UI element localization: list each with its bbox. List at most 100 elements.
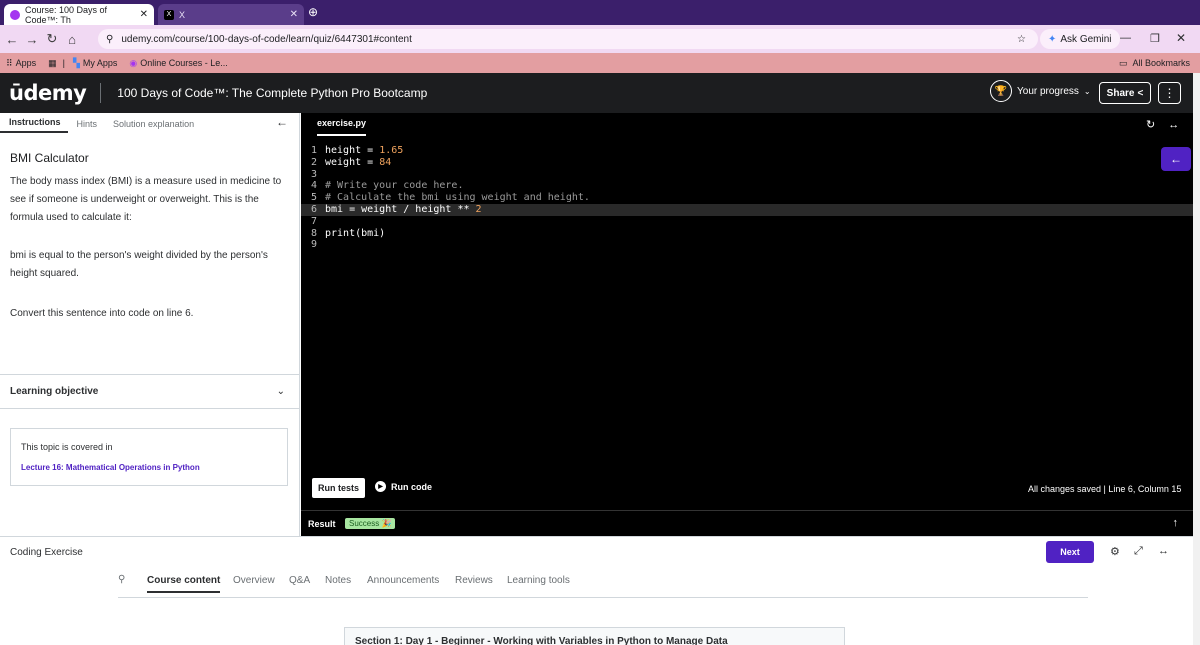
code-area[interactable]: 1 height = 1.65 2 weight = 84 3 4 # Write your… — [301, 145, 1200, 251]
bookmark-apps[interactable]: Apps — [16, 58, 37, 68]
udemy-favicon-icon — [10, 9, 20, 20]
x-favicon-icon: X — [164, 9, 174, 20]
apps-grid-icon: ⠿ — [6, 57, 13, 68]
search-icon[interactable]: ⚲ — [118, 574, 125, 585]
progress-label: Your progress — [1017, 85, 1079, 97]
tab-qa[interactable]: Q&A — [289, 575, 310, 586]
share-button[interactable]: Share < — [1099, 82, 1151, 104]
new-tab-icon[interactable]: ⊕ — [308, 5, 318, 19]
more-options-button[interactable]: ⋮ — [1158, 82, 1181, 104]
code-text: weight = 84 — [325, 156, 392, 168]
close-icon[interactable]: ✕ — [290, 9, 298, 20]
code-line[interactable]: 4 # Write your code here. — [301, 180, 1200, 192]
browser-tab-udemy[interactable]: Course: 100 Days of Code™: Th ✕ — [4, 4, 154, 25]
tab-label: Course: 100 Days of Code™: Th — [25, 4, 108, 25]
page-scrollbar[interactable] — [1193, 73, 1200, 645]
ask-gemini-label: Ask Gemini — [1060, 33, 1112, 45]
tab-notes[interactable]: Notes — [325, 575, 351, 586]
topic-label: This topic is covered in — [21, 442, 113, 452]
code-editor-panel: exercise.py ↻ ↔ ← 1 height = 1.65 2 weight … — [301, 113, 1200, 536]
all-bookmarks[interactable]: All Bookmarks — [1132, 58, 1190, 68]
tab-instructions[interactable]: Instructions — [0, 117, 68, 133]
tab-course-content[interactable]: Course content — [147, 575, 221, 593]
run-code-label: Run code — [391, 481, 433, 492]
tab-announcements[interactable]: Announcements — [367, 575, 439, 586]
forward-icon[interactable]: → — [22, 32, 42, 47]
play-icon: ▶ — [375, 481, 386, 492]
bookmarks-bar: ⠿ Apps ▦ | ▚ My Apps ◉ Online Courses - … — [0, 53, 1200, 73]
bookmark-my-apps[interactable]: My Apps — [83, 58, 118, 68]
tab-hints[interactable]: Hints — [68, 119, 105, 133]
udemy-logo[interactable]: ūdemy — [9, 81, 87, 105]
url-text: udemy.com/course/100-days-of-code/learn/… — [121, 33, 412, 45]
course-title[interactable]: 100 Days of Code™: The Complete Python P… — [117, 86, 427, 100]
site-info-icon[interactable]: ⚲ — [106, 34, 113, 45]
line-number: 5 — [310, 192, 317, 204]
editor-actions: ↻ ↔ — [1146, 118, 1179, 131]
bookmark-online-courses[interactable]: Online Courses - Le... — [140, 58, 228, 68]
instructions-tabs: Instructions Hints Solution explanation — [0, 113, 299, 133]
expand-icon[interactable]: ↔ — [1168, 119, 1179, 131]
learning-objective-accordion[interactable]: Learning objective ⌄ — [0, 374, 299, 409]
file-tab[interactable]: exercise.py — [317, 118, 367, 136]
kebab-icon: ⋮ — [1163, 86, 1176, 100]
next-button[interactable]: Next — [1046, 541, 1094, 563]
code-line[interactable]: 6 bmi = weight / height ** 2 — [301, 203, 1200, 216]
bottom-bar: Coding Exercise Next ⚙ ⤢ ↔ — [0, 536, 1200, 566]
expand-results-icon[interactable]: ↑ — [1173, 517, 1179, 529]
instruction-paragraph: The body mass index (BMI) is a measure u… — [10, 176, 282, 223]
line-number: 4 — [310, 180, 317, 192]
run-tests-button[interactable]: Run tests — [312, 478, 366, 498]
home-icon[interactable]: ⌂ — [62, 32, 82, 47]
code-line[interactable]: 2 weight = 84 — [301, 157, 1200, 169]
section-accordion[interactable]: Section 1: Day 1 - Beginner - Working wi… — [344, 627, 845, 645]
share-label: Share — [1106, 87, 1135, 99]
restore-icon[interactable]: ❐ — [1150, 32, 1160, 45]
line-number: 8 — [310, 227, 317, 239]
bookmark-star-icon[interactable]: ☆ — [1017, 34, 1026, 45]
code-line[interactable]: 1 height = 1.65 — [301, 145, 1200, 157]
chevron-down-icon: ⌄ — [1083, 86, 1091, 96]
tab-learning-tools[interactable]: Learning tools — [507, 575, 570, 586]
collapse-panel-icon[interactable]: ← — [276, 115, 288, 129]
exercise-title: BMI Calculator — [10, 151, 89, 165]
tab-solution-explanation[interactable]: Solution explanation — [104, 119, 201, 133]
save-status: All changes saved | Line 6, Column 15 — [1028, 484, 1182, 494]
header-divider — [100, 83, 102, 103]
fullscreen-icon[interactable]: ⤢ — [1134, 545, 1143, 558]
close-icon[interactable]: ✕ — [140, 9, 148, 20]
address-bar[interactable]: ⚲ udemy.com/course/100-days-of-code/lear… — [98, 29, 1038, 49]
grid-icon: ▦ — [48, 57, 57, 68]
tab-reviews[interactable]: Reviews — [455, 575, 493, 586]
section-title: Section 1: Day 1 - Beginner - Working wi… — [355, 636, 728, 645]
lecture-link[interactable]: Lecture 16: Mathematical Operations in P… — [21, 463, 277, 472]
code-line[interactable]: 9 — [301, 239, 1200, 251]
code-line[interactable]: 5 # Calculate the bmi using weight and he… — [301, 192, 1200, 204]
reset-icon[interactable]: ↻ — [1146, 119, 1155, 131]
code-line[interactable]: 7 — [301, 216, 1200, 228]
expand-arrows-icon[interactable]: ↔ — [1158, 545, 1169, 557]
progress-button[interactable]: 🏆 Your progress ⌄ — [990, 80, 1091, 102]
ask-gemini-button[interactable]: ✦ Ask Gemini — [1040, 29, 1120, 49]
code-line[interactable]: 3 — [301, 169, 1200, 181]
settings-icon[interactable]: ⚙ — [1110, 545, 1120, 558]
reload-icon[interactable]: ↻ — [42, 31, 62, 47]
line-number: 7 — [310, 215, 317, 227]
udemy-bookmark-icon: ◉ — [129, 57, 138, 68]
window-close-icon[interactable]: ✕ — [1176, 31, 1186, 45]
tab-overview[interactable]: Overview — [233, 575, 275, 586]
instruction-paragraph: bmi is equal to the person's weight divi… — [10, 250, 268, 279]
minimize-icon[interactable]: — — [1120, 32, 1131, 44]
run-bar: Run tests ▶ Run code All changes saved |… — [301, 478, 1200, 500]
my-apps-icon: ▚ — [72, 57, 80, 68]
instruction-paragraph: Convert this sentence into code on line … — [10, 308, 194, 319]
code-text: # Calculate the bmi using weight and hei… — [325, 192, 590, 204]
course-tabs: ⚲ Course content Overview Q&A Notes Anno… — [118, 572, 1088, 598]
run-code-button[interactable]: ▶ Run code — [375, 481, 432, 492]
back-icon[interactable]: ← — [2, 32, 22, 47]
code-text: # Write your code here. — [325, 180, 464, 192]
code-line[interactable]: 8 print(bmi) — [301, 228, 1200, 240]
browser-tab-strip: Course: 100 Days of Code™: Th ✕ X X ✕ ⊕ — [0, 0, 1200, 25]
line-number: 3 — [310, 168, 317, 180]
browser-tab-x[interactable]: X X ✕ — [158, 4, 304, 25]
